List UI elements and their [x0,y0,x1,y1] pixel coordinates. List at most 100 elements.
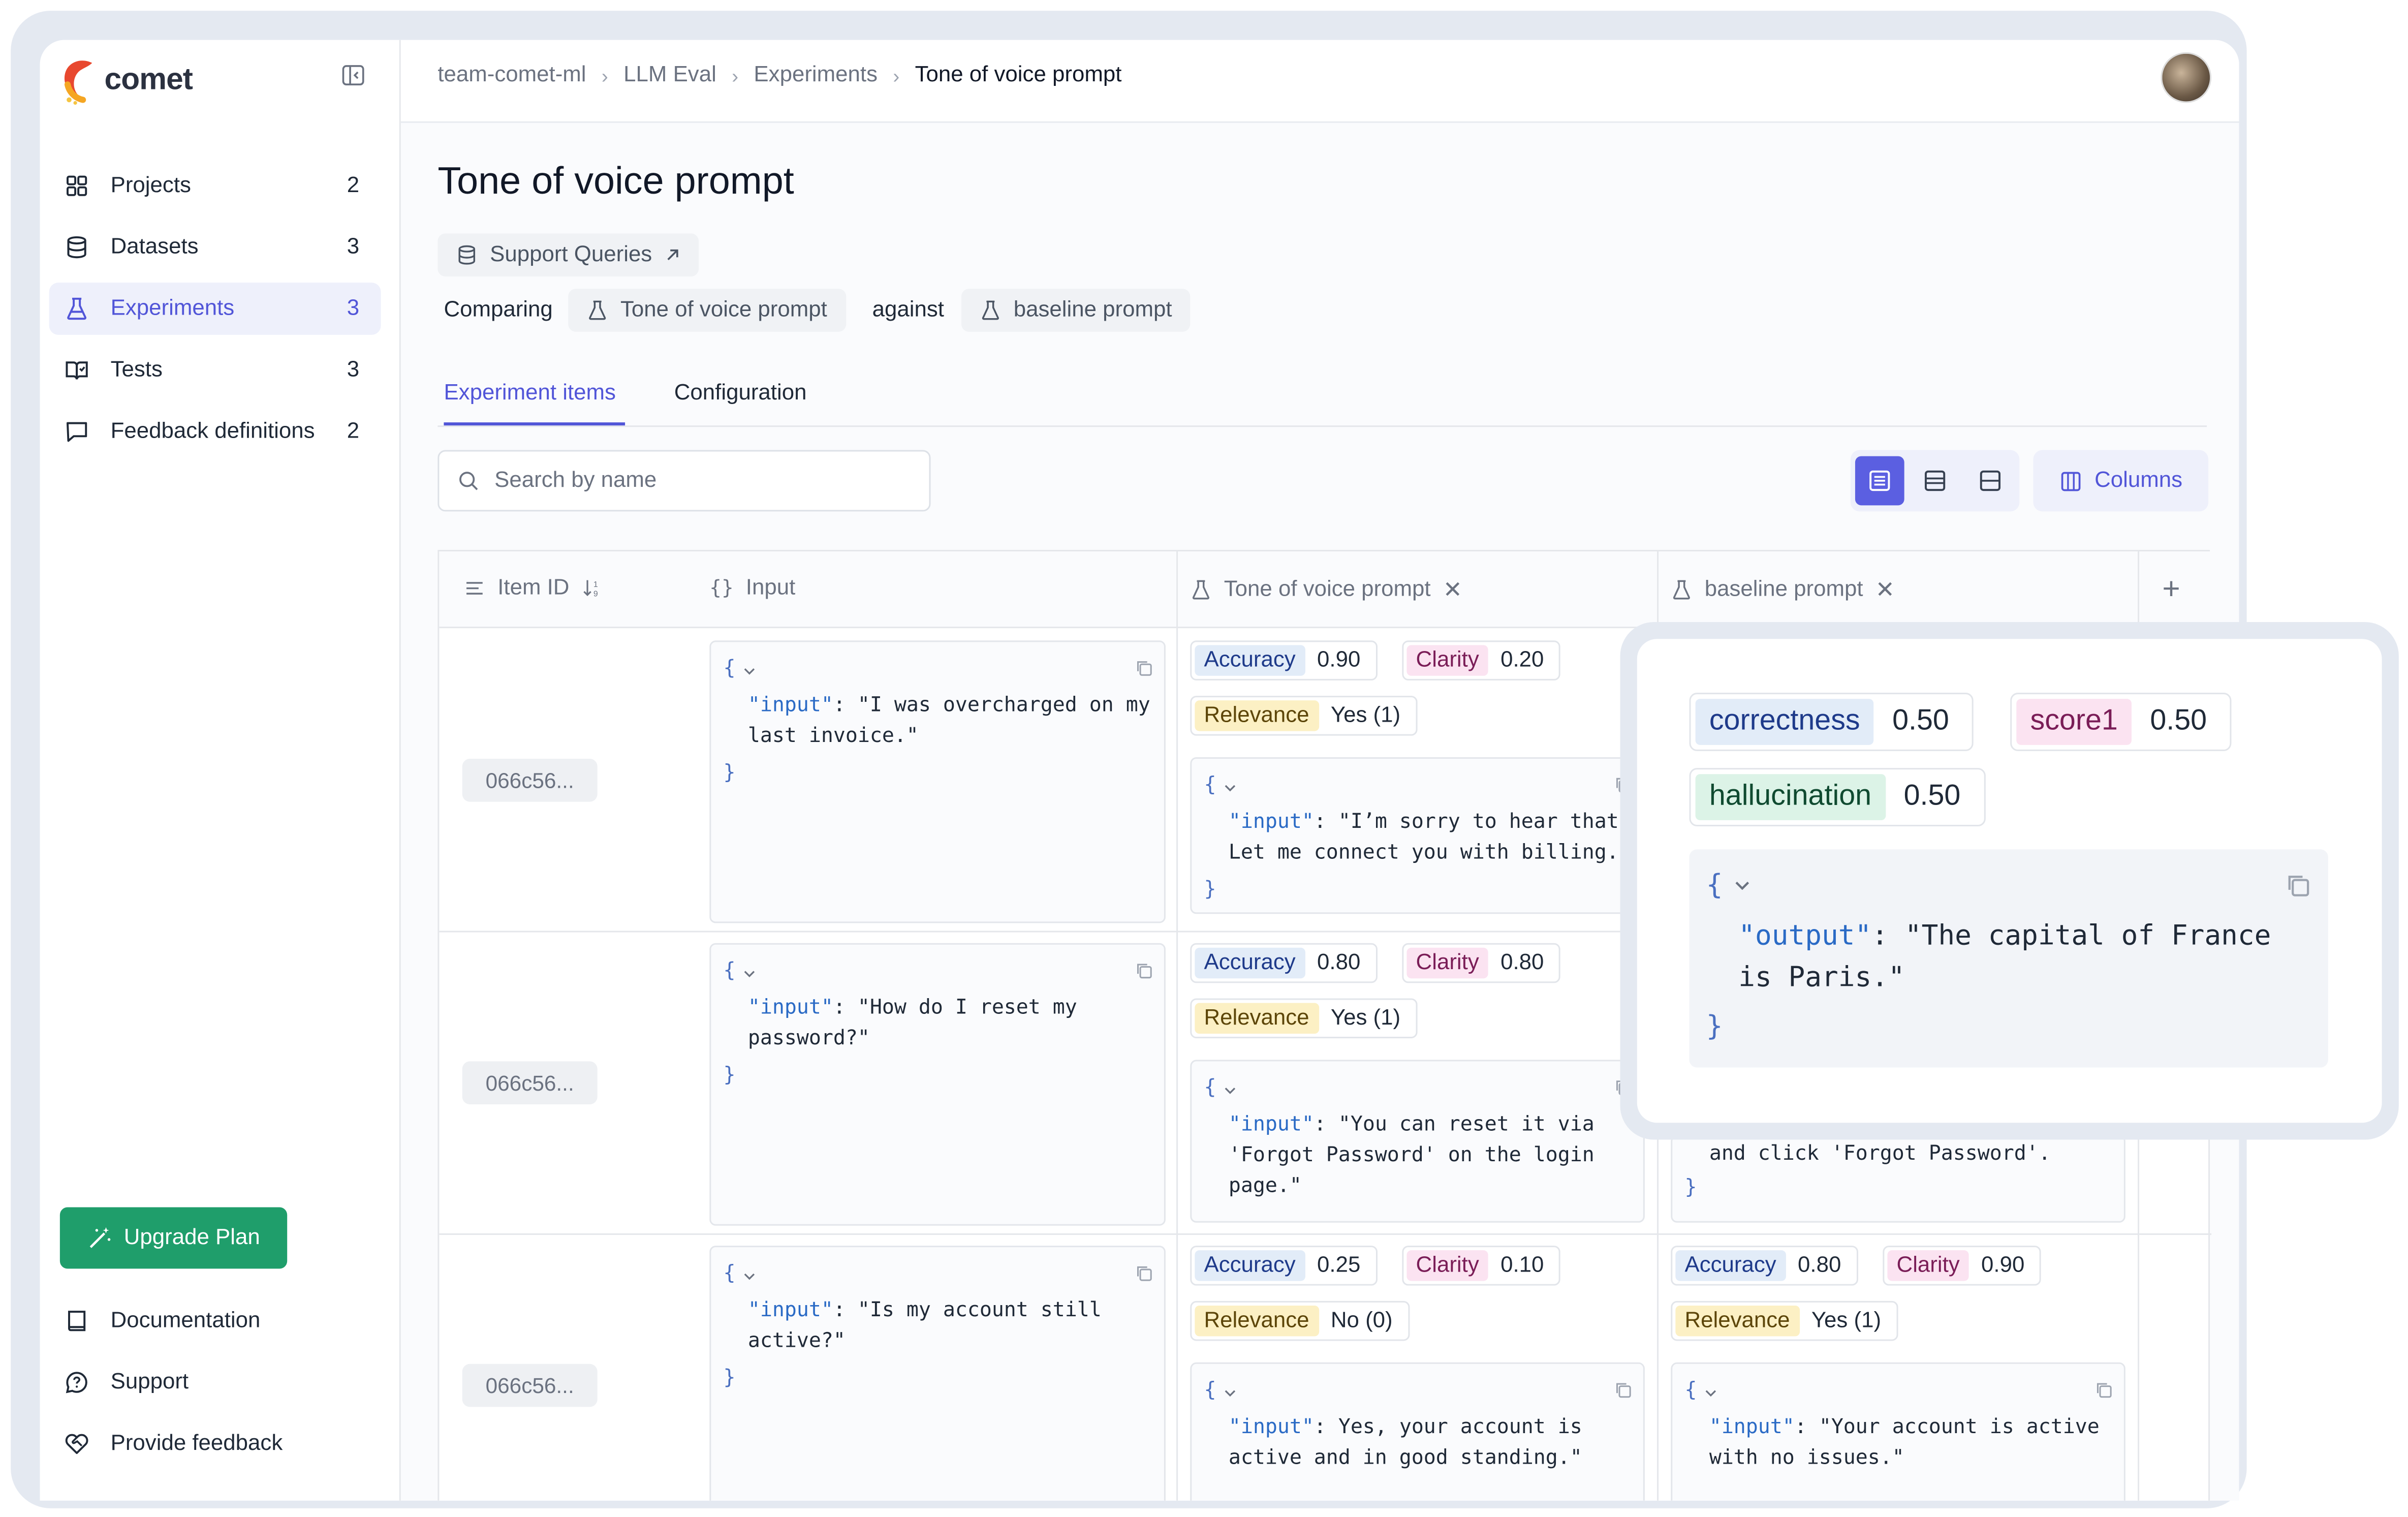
json-close-brace: } [723,762,736,785]
item-id-chip[interactable]: 066c56... [462,1364,598,1407]
score-value: Yes (1) [1811,1308,1882,1334]
score-relevance: Relevance No (0) [1190,1301,1410,1341]
score-accuracy: Accuracy 0.80 [1190,943,1378,983]
json-colon: : [1314,1113,1338,1137]
close-icon[interactable]: ✕ [1875,576,1895,603]
dataset-link-label: Support Queries [490,242,652,267]
column-header-tone-of-voice[interactable]: Tone of voice prompt ✕ [1190,576,1462,604]
row-height-medium-button[interactable] [1911,456,1960,506]
search-icon [459,472,478,490]
column-header-item-id[interactable]: Item ID 19 [464,576,603,601]
heart-handshake-icon [65,1434,88,1454]
copy-icon[interactable] [2285,873,2311,899]
output-json-viewer: { "input": "I’m sorry to hear that. Let … [1190,757,1645,914]
close-icon[interactable]: ✕ [1443,576,1462,603]
magic-wand-icon [89,1227,110,1248]
search-placeholder: Search by name [494,468,657,493]
item-id-chip[interactable]: 066c56... [462,759,598,802]
sidebar-item-projects[interactable]: Projects 2 [49,160,381,212]
score-tag: Accuracy [1675,1250,1786,1281]
tab-configuration[interactable]: Configuration [674,381,807,406]
flask-icon [589,300,606,320]
copy-icon[interactable] [2094,1381,2113,1399]
json-close-brace: } [723,1367,736,1390]
experiment-a-chip[interactable]: Tone of voice prompt [568,289,846,332]
input-json-viewer: { "input": "Is my account still active?"… [709,1246,1166,1501]
upgrade-plan-button[interactable]: Upgrade Plan [59,1207,288,1269]
tab-experiment-items[interactable]: Experiment items [444,381,616,406]
json-key: "input" [1228,1416,1314,1439]
tab-bar: Experiment items Configuration [437,375,2207,427]
user-avatar[interactable] [2161,52,2212,103]
chevron-down-icon[interactable] [742,966,757,981]
sidebar-item-label: Datasets [110,235,199,260]
experiment-b-chip[interactable]: baseline prompt [961,289,1191,332]
copy-icon[interactable] [1135,962,1153,980]
json-close-brace: } [723,1064,736,1088]
text-align-icon [466,582,483,595]
sidebar-item-feedback-definitions[interactable]: Feedback definitions 2 [49,406,381,458]
sidebar-item-count: 2 [347,173,360,198]
score-tag: hallucination [1695,774,1886,820]
chevron-down-icon[interactable] [1223,780,1238,795]
row-height-small-button[interactable] [1966,456,2015,506]
json-key: "input" [1228,1113,1314,1137]
copy-icon[interactable] [1135,659,1153,677]
sort-descending-icon[interactable]: 19 [582,577,603,599]
chevron-down-icon[interactable] [1732,876,1752,895]
column-header-baseline[interactable]: baseline prompt ✕ [1671,576,1895,604]
chevron-down-icon[interactable] [742,1268,757,1284]
database-icon [67,236,86,259]
columns-button[interactable]: Columns [2033,450,2209,512]
dataset-link[interactable]: Support Queries [437,233,698,277]
score-tag: Clarity [1406,645,1488,676]
search-input[interactable]: Search by name [437,450,931,512]
column-header-label: Tone of voice prompt [1224,577,1431,602]
comet-logo[interactable]: comet [58,52,193,108]
chevron-down-icon[interactable] [1223,1083,1238,1098]
svg-text:9: 9 [593,590,598,598]
json-close-brace: } [1706,1010,1723,1043]
provide-feedback-link[interactable]: Provide feedback [65,1426,283,1463]
add-column-plus-icon[interactable]: + [2162,573,2180,608]
support-link[interactable]: Support [65,1364,189,1401]
json-open-brace: { [1204,1076,1216,1100]
breadcrumb-experiments[interactable]: Experiments [754,63,878,87]
score-tag: Relevance [1195,700,1319,731]
row-height-large-button[interactable] [1855,456,1904,506]
sidebar: comet Projects 2 Datasets 3 Experiments … [40,40,401,1501]
upgrade-plan-label: Upgrade Plan [123,1225,260,1251]
json-colon: : [1794,1416,1819,1439]
breadcrumb-workspace[interactable]: team-comet-ml [437,63,586,87]
score-tag: Accuracy [1195,645,1305,676]
copy-icon[interactable] [1614,1381,1632,1399]
sidebar-item-experiments[interactable]: Experiments 3 [49,283,381,335]
item-id-chip[interactable]: 066c56... [462,1061,598,1105]
score-relevance: Relevance Yes (1) [1190,998,1418,1039]
column-header-input[interactable]: {} Input [709,576,795,600]
documentation-label: Documentation [110,1308,261,1334]
chevron-down-icon[interactable] [1223,1385,1238,1401]
score-value: 0.50 [2150,705,2207,737]
collapse-sidebar-icon[interactable] [341,63,365,87]
json-key: "output" [1738,920,1872,952]
sidebar-item-tests[interactable]: Tests 3 [49,344,381,396]
score-value: 0.80 [1317,950,1361,976]
baseline-score-relevance: Relevance Yes (1) [1671,1301,1898,1341]
sidebar-item-datasets[interactable]: Datasets 3 [49,221,381,273]
comparing-label: Comparing [444,298,553,323]
baseline-output-json-viewer: and click 'Forgot Password'. } [1671,1135,2125,1223]
documentation-link[interactable]: Documentation [65,1303,260,1340]
score-clarity: Clarity 0.80 [1402,943,1561,983]
score-value: 0.10 [1500,1253,1544,1278]
copy-icon[interactable] [1135,1264,1153,1282]
breadcrumb-project[interactable]: LLM Eval [623,63,716,87]
chevron-down-icon[interactable] [1703,1385,1718,1401]
zoomed-output-card: correctness 0.50 score1 0.50 hallucination… [1620,622,2399,1140]
breadcrumb-current: Tone of voice prompt [915,63,1122,88]
support-label: Support [110,1370,189,1395]
json-open-brace: { [723,959,736,983]
chevron-right-icon: › [893,64,900,87]
score-value: 0.20 [1500,648,1544,673]
chevron-down-icon[interactable] [742,664,757,679]
